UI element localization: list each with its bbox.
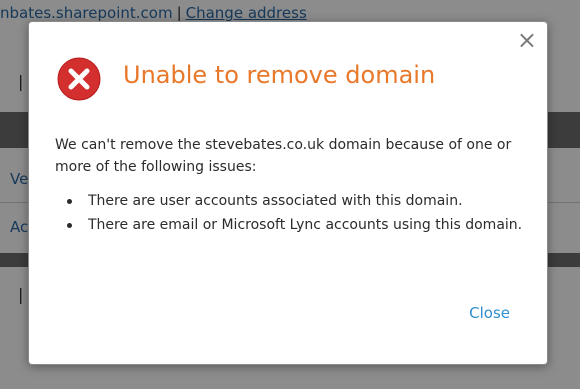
bullet-icon [67,199,72,204]
error-dialog: × Unable to remove domain We can't remov… [28,21,548,365]
bullet-icon [67,223,72,228]
list-item: There are user accounts associated with … [55,190,525,212]
close-icon[interactable]: × [517,28,537,52]
close-button[interactable]: Close [469,304,510,322]
error-icon [57,57,101,101]
issue-list: There are user accounts associated with … [55,190,525,238]
page: nbates.sharepoint.com | Change address | V… [0,0,580,389]
list-item: There are email or Microsoft Lync accoun… [55,214,525,236]
dialog-message: We can't remove the stevebates.co.uk dom… [55,137,512,175]
issue-text: There are email or Microsoft Lync accoun… [88,217,523,233]
dialog-title: Unable to remove domain [123,61,436,89]
issue-text: There are user accounts associated with … [88,193,463,209]
